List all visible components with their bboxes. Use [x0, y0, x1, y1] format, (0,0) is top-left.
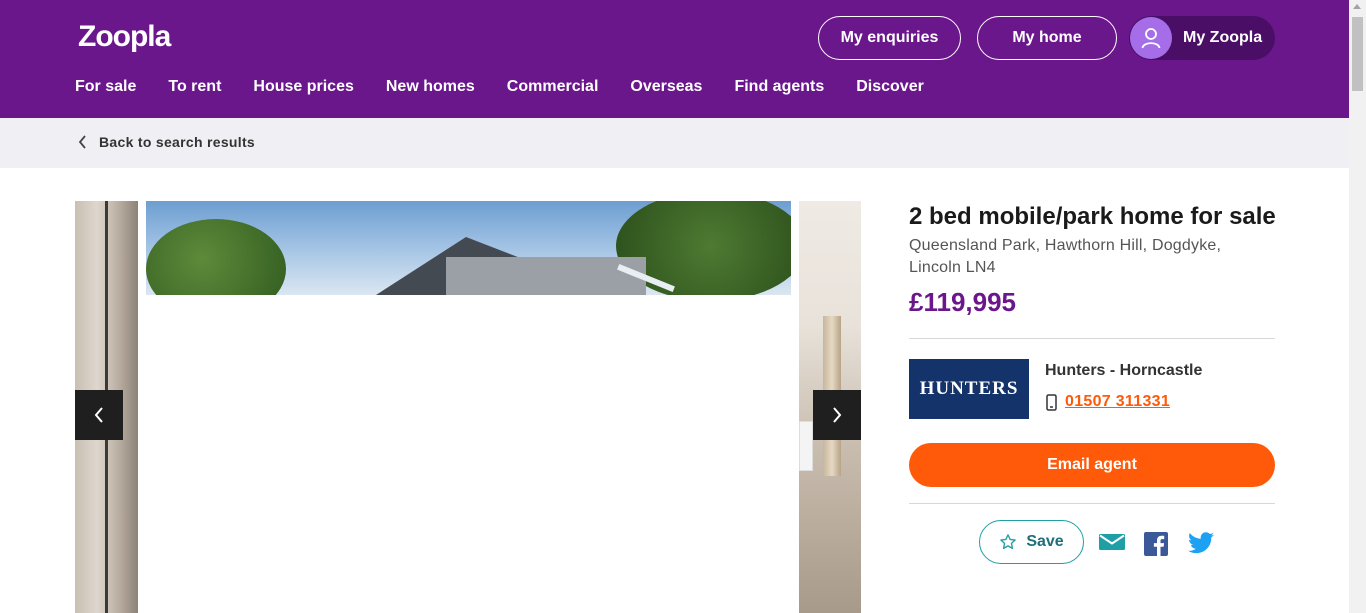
agent-name: Hunters - Horncastle [1045, 362, 1203, 379]
save-label: Save [1026, 533, 1064, 550]
nav-overseas[interactable]: Overseas [630, 78, 702, 96]
divider [909, 338, 1275, 339]
mobile-phone-icon [1046, 393, 1057, 411]
listing-address: Queensland Park, Hawthorn Hill, Dogdyke,… [909, 237, 1222, 276]
page: Zoopla My enquiries My home My Zoopla Fo… [0, 0, 1366, 613]
main-photo[interactable] [146, 201, 791, 613]
scroll-up-arrow[interactable] [1353, 4, 1361, 9]
save-button[interactable]: Save [979, 520, 1084, 564]
nav-commercial[interactable]: Commercial [507, 78, 599, 96]
envelope-icon[interactable] [1099, 532, 1125, 552]
gallery-next-button[interactable] [813, 390, 861, 440]
gallery-prev-button[interactable] [75, 390, 123, 440]
star-icon [1000, 534, 1017, 550]
chevron-left-icon [94, 407, 103, 423]
nav-new-homes[interactable]: New homes [386, 78, 475, 96]
scrollbar-thumb[interactable] [1352, 17, 1363, 91]
my-enquiries-button[interactable]: My enquiries [818, 16, 961, 60]
nav-discover[interactable]: Discover [856, 78, 924, 96]
chevron-left-icon [78, 135, 86, 149]
scrollbar[interactable] [1349, 0, 1366, 613]
photo-gallery[interactable] [75, 201, 861, 613]
divider [909, 503, 1275, 504]
back-to-results-link[interactable]: Back to search results [78, 134, 255, 150]
user-icon [1130, 17, 1172, 59]
listing-price: £119,995 [909, 287, 1017, 317]
site-header: Zoopla My enquiries My home My Zoopla Fo… [0, 0, 1349, 118]
agent-phone-link[interactable]: 01507 311331 [1065, 393, 1170, 411]
facebook-icon[interactable] [1144, 532, 1168, 556]
agent-logo[interactable]: HUNTERS [909, 359, 1029, 419]
chevron-right-icon [833, 407, 842, 423]
nav-house-prices[interactable]: House prices [253, 78, 353, 96]
my-zoopla-label: My Zoopla [1183, 29, 1263, 46]
my-zoopla-button[interactable]: My Zoopla [1129, 16, 1275, 60]
twitter-icon[interactable] [1188, 532, 1214, 554]
nav-find-agents[interactable]: Find agents [734, 78, 824, 96]
agent-logo-text: HUNTERS [919, 378, 1019, 399]
photo-sky [146, 201, 791, 295]
my-home-button[interactable]: My home [977, 16, 1117, 60]
email-agent-button[interactable]: Email agent [909, 443, 1275, 487]
back-label: Back to search results [99, 134, 256, 150]
agent-phone: 01507 311331 [1045, 393, 1170, 411]
listing-title: 2 bed mobile/park home for sale [909, 203, 1276, 230]
zoopla-logo[interactable]: Zoopla [78, 20, 171, 54]
main-nav: For sale To rent House prices New homes … [75, 78, 956, 96]
nav-for-sale[interactable]: For sale [75, 78, 136, 96]
nav-to-rent[interactable]: To rent [168, 78, 221, 96]
